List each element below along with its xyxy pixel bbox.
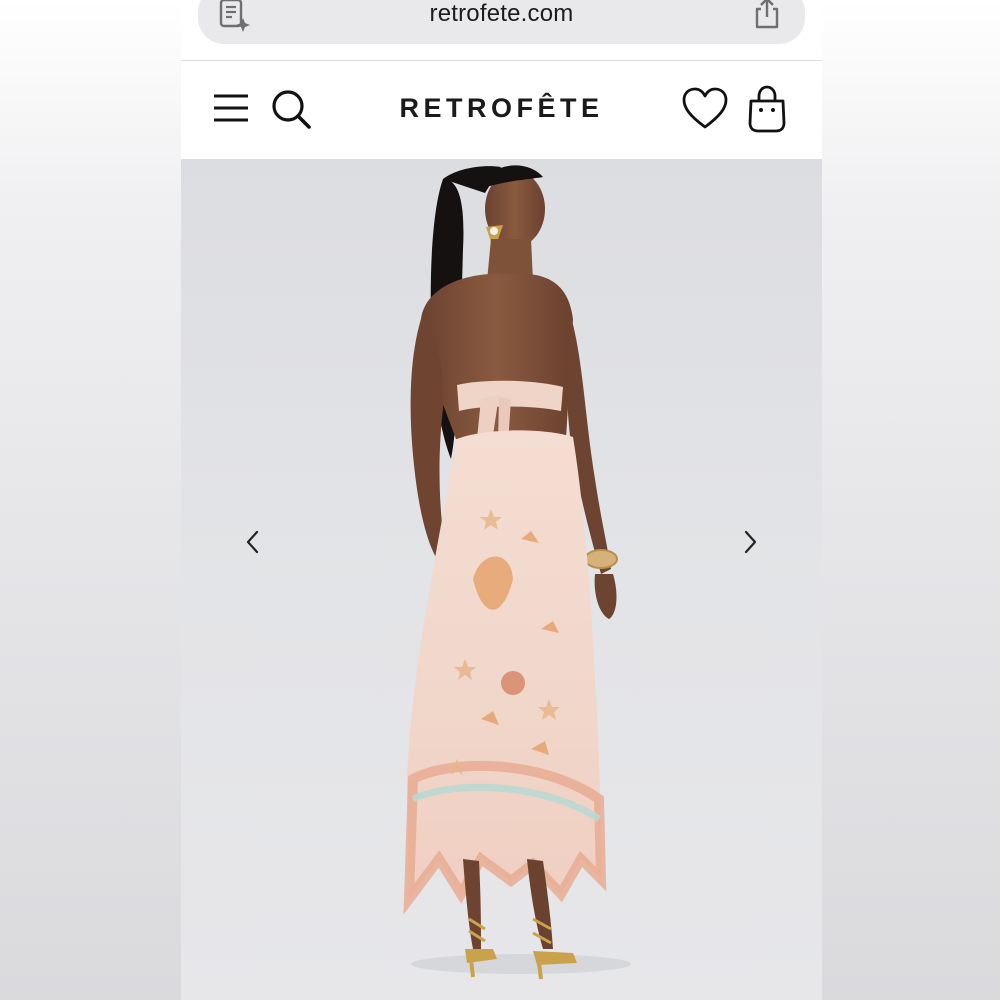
url-text[interactable]: retrofete.com xyxy=(198,0,805,28)
right-backdrop xyxy=(822,0,1000,1000)
shopping-bag-icon[interactable] xyxy=(747,85,787,133)
site-header: RETROFÊTE xyxy=(181,61,822,159)
address-bar[interactable]: retrofete.com xyxy=(198,0,805,44)
chevron-right-icon[interactable] xyxy=(735,527,765,557)
browser-chrome: retrofete.com xyxy=(181,0,822,60)
model-in-shell-print-halter-dress-photo xyxy=(403,165,631,980)
phone-screen: retrofete.com RETROFÊTE xyxy=(181,0,822,1000)
heart-icon[interactable] xyxy=(682,87,728,131)
product-gallery[interactable] xyxy=(181,159,822,1000)
chevron-left-icon[interactable] xyxy=(238,527,268,557)
share-icon[interactable] xyxy=(751,0,783,30)
left-backdrop xyxy=(0,0,181,1000)
